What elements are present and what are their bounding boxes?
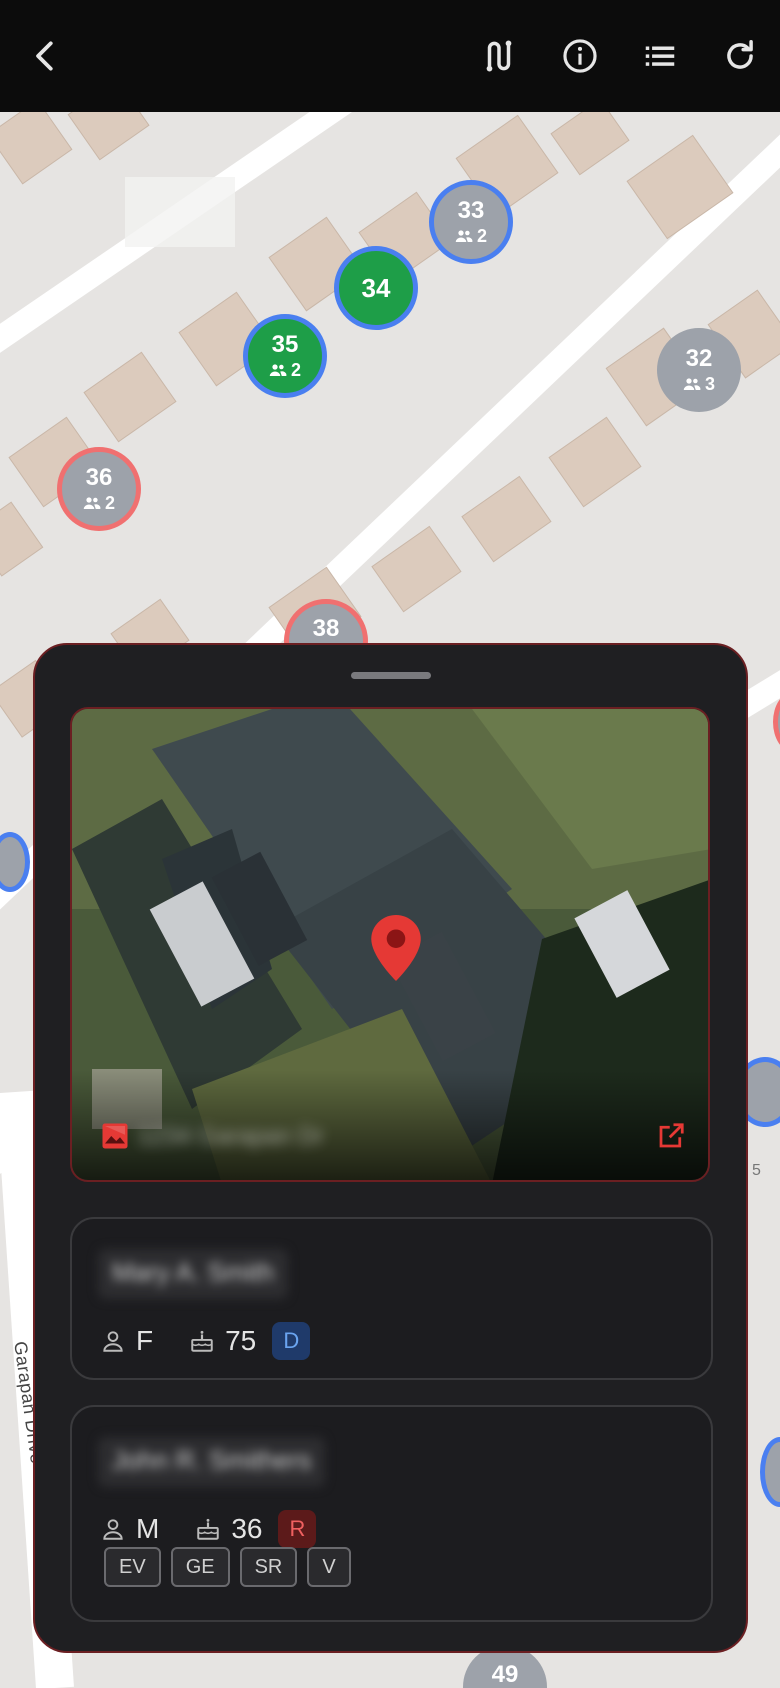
household-count: 2 [269, 360, 301, 380]
house-marker[interactable]: 32 3 [657, 328, 741, 412]
voter-age: 75 [225, 1325, 257, 1356]
info-button[interactable] [550, 26, 610, 86]
voter-card[interactable]: John R. Smithers M 36 R EV GE SR V [70, 1405, 713, 1622]
cake-icon [191, 1330, 213, 1352]
route-button[interactable] [469, 26, 529, 86]
voter-tag: V [307, 1547, 351, 1587]
marker-number: 49 [491, 1661, 519, 1688]
household-count: 2 [455, 226, 487, 246]
people-icon [269, 364, 287, 376]
household-count: 3 [683, 374, 715, 394]
marker-number: 38 [312, 615, 340, 642]
chevron-left-icon [36, 41, 53, 71]
refresh-icon [727, 40, 753, 69]
household-count: 2 [83, 493, 115, 513]
people-icon [83, 497, 101, 509]
voter-tag: GE [170, 1547, 230, 1587]
voter-meta: M 36 R [100, 1510, 317, 1548]
people-icon [683, 378, 701, 390]
refresh-button[interactable] [710, 26, 770, 86]
house-detail-sheet[interactable]: 1234 Garapan Dr Mary A. Smith F 75 D Joh… [33, 643, 748, 1653]
person-icon [103, 1519, 123, 1540]
voter-tags: EV GE SR V [104, 1547, 351, 1587]
cake-icon [197, 1518, 220, 1540]
satellite-photo[interactable]: 1234 Garapan Dr [70, 707, 710, 1182]
voter-gender: F [136, 1325, 154, 1356]
canvass-map-screen: Garapan Drive 5 33 2 34 35 2 32 3 36 2 3… [0, 0, 780, 1688]
voter-name: John R. Smithers [98, 1437, 326, 1487]
voter-gender: M [136, 1513, 160, 1544]
drag-handle[interactable] [351, 672, 431, 679]
people-icon [455, 230, 473, 242]
top-app-bar [0, 0, 780, 112]
marker-number: 32 [685, 345, 713, 372]
voter-card[interactable]: Mary A. Smith F 75 D [70, 1217, 713, 1380]
voter-meta: F 75 D [100, 1322, 311, 1360]
open-external-icon[interactable] [656, 1121, 686, 1151]
route-icon [486, 40, 512, 72]
house-marker[interactable]: 33 2 [429, 180, 513, 264]
party-badge: D [272, 1322, 311, 1360]
list-icon [645, 46, 675, 66]
party-badge: R [278, 1510, 317, 1548]
edge-marker-label: 5 [752, 1162, 761, 1179]
info-icon [563, 39, 597, 73]
house-marker[interactable]: 34 [334, 246, 418, 330]
marker-number: 36 [85, 464, 113, 491]
marker-number: 35 [271, 331, 299, 358]
back-button[interactable] [16, 26, 76, 86]
voter-name: Mary A. Smith [98, 1249, 288, 1299]
address-text: 1234 Garapan Dr [138, 1123, 324, 1150]
location-pin-icon [371, 915, 421, 981]
marker-number: 34 [361, 273, 391, 303]
person-icon [103, 1331, 123, 1352]
house-marker[interactable]: 35 2 [243, 314, 327, 398]
voter-tag: EV [104, 1547, 161, 1587]
voter-tag: SR [239, 1547, 298, 1587]
image-icon [102, 1123, 128, 1149]
house-marker[interactable]: 36 2 [57, 447, 141, 531]
list-button[interactable] [630, 26, 690, 86]
marker-number: 33 [457, 197, 485, 224]
voter-age: 36 [231, 1513, 263, 1544]
